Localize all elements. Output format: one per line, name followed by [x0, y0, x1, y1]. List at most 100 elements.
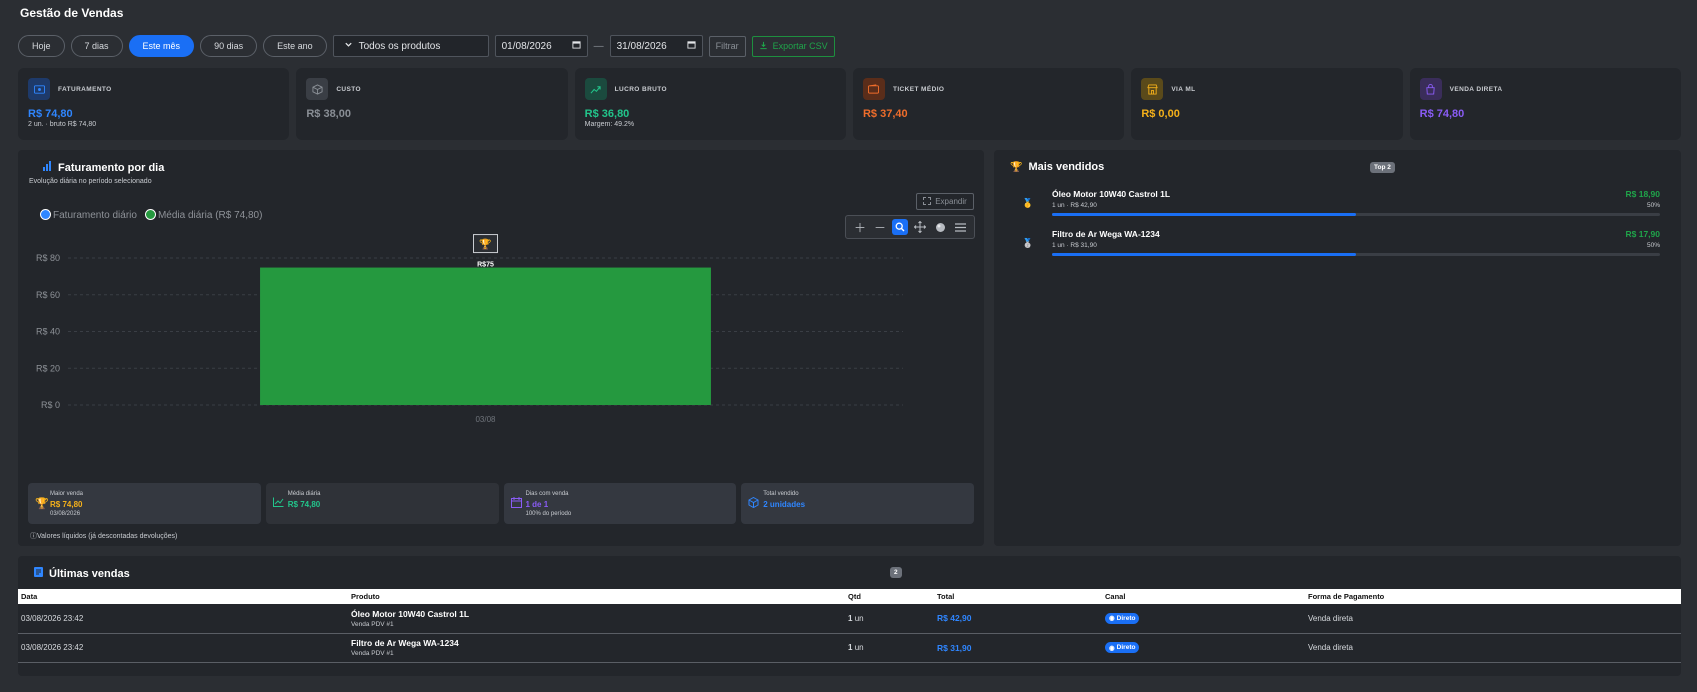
kpi-card-cost: Custo R$ 38,00: [296, 68, 568, 140]
col-header-payment[interactable]: Forma de Pagamento: [1305, 589, 1681, 604]
product-name: Óleo Motor 10W40 Castrol 1L: [1052, 189, 1171, 199]
export-csv-label: Exportar CSV: [772, 41, 828, 51]
filter-pill-this-month[interactable]: Este mês: [128, 35, 195, 57]
cell-qty: 1 un: [845, 633, 934, 663]
chart-bar[interactable]: [260, 267, 711, 405]
trend-icon: [584, 78, 607, 100]
stat-sub: 03/08/2026: [50, 511, 81, 517]
stat-daily-average: Média diária R$ 74,80: [265, 483, 499, 524]
share-bar: [1052, 253, 1660, 256]
footnote-text: Valores líquidos (já descontadas devoluç…: [37, 533, 178, 540]
kpi-label: Via ML: [1171, 86, 1196, 93]
latest-sales-title-text: Últimas vendas: [49, 567, 130, 580]
kpi-label: Venda direta: [1449, 86, 1503, 93]
col-header-total[interactable]: Total: [934, 589, 1102, 604]
kpi-value: R$ 74,80: [28, 108, 73, 120]
page-title: Gestão de Vendas: [20, 6, 124, 20]
cell-payment: Venda direta: [1305, 604, 1681, 634]
chart-stats: 🏆 Maior venda R$ 74,80 03/08/2026 Média …: [28, 483, 974, 524]
channel-label: Direto: [1116, 644, 1136, 651]
date-from-input[interactable]: 01/08/2026: [494, 35, 588, 57]
y-tick-label: R$ 80: [36, 253, 60, 263]
col-header-date[interactable]: Data: [18, 589, 348, 604]
filter-button[interactable]: Filtrar: [708, 35, 746, 57]
cell-channel: ◉ Direto: [1102, 604, 1305, 634]
col-header-channel[interactable]: Canal: [1102, 589, 1305, 604]
calendar-icon[interactable]: [687, 40, 696, 52]
kpi-value: R$ 0,00: [1141, 108, 1180, 120]
chevron-down-icon: [344, 40, 353, 52]
revenue-chart-panel: Faturamento por dia Evolução diária no p…: [18, 150, 984, 546]
product-detail: 1 un · R$ 31,90: [1052, 242, 1097, 249]
revenue-chart: R$ 0 R$ 20 R$ 40 R$ 60 R$ 80 🏆 R$75 03/08: [36, 234, 903, 424]
cell-total: R$ 42,90: [934, 604, 1102, 634]
stat-label: Dias com venda: [525, 491, 569, 497]
stat-days-with-sale: Dias com venda 1 de 1 100% do período: [503, 483, 737, 524]
qty-value: 1: [848, 643, 853, 652]
export-csv-button[interactable]: Exportar CSV: [751, 35, 835, 57]
store-icon: [1141, 78, 1164, 100]
stat-value: 2 unidades: [763, 500, 806, 509]
kpi-card-average-ticket: Ticket médio R$ 37,40: [852, 68, 1125, 140]
stat-label: Maior venda: [50, 491, 84, 497]
list-item[interactable]: 🥈 Filtro de Ar Wega WA-1234 1 un · R$ 31…: [1022, 229, 1660, 261]
filter-pill-today[interactable]: Hoje: [18, 35, 65, 57]
kpi-card-direct-sale: Venda direta R$ 74,80: [1409, 68, 1681, 140]
qty-unit: un: [854, 643, 864, 652]
gold-medal-icon: 🥇: [1022, 198, 1034, 208]
product-sub: Venda PDV #1: [351, 620, 394, 628]
kpi-label: Faturamento: [58, 86, 112, 93]
table-header-row: Data Produto Qtd Total Canal Forma de Pa…: [18, 589, 1681, 604]
channel-badge: ◉ Direto: [1105, 642, 1140, 653]
filter-bar: Hoje 7 dias Este mês 90 dias Este ano To…: [18, 35, 835, 57]
qty-unit: un: [854, 613, 864, 623]
product-name: Filtro de Ar Wega WA-1234: [1052, 229, 1160, 239]
kpi-sub: 2 un. · bruto R$ 74,80: [28, 121, 97, 128]
filter-pill-90-days[interactable]: 90 dias: [200, 35, 258, 57]
stat-value: R$ 74,80: [50, 500, 83, 509]
date-to-input[interactable]: 31/08/2026: [609, 35, 703, 57]
stat-total-sold: Total vendido 2 unidades: [741, 483, 974, 524]
share-bar-fill: [1052, 213, 1356, 216]
col-header-product[interactable]: Produto: [348, 589, 845, 604]
col-header-qty[interactable]: Qtd: [845, 589, 934, 604]
kpi-card-gross-profit: Lucro bruto R$ 36,80 Margem: 49.2%: [574, 68, 846, 140]
bag-icon: [1419, 78, 1442, 100]
cell-total: R$ 31,90: [934, 633, 1102, 663]
trophy-icon: 🏆: [479, 238, 492, 251]
kpi-value: R$ 36,80: [584, 108, 630, 120]
cell-payment: Venda direta: [1305, 633, 1681, 663]
list-item[interactable]: 🥇 Óleo Motor 10W40 Castrol 1L 1 un · R$ …: [1022, 189, 1660, 221]
product-select[interactable]: Todos os produtos: [332, 35, 489, 57]
kpi-row: Faturamento R$ 74,80 2 un. · bruto R$ 74…: [18, 68, 1681, 140]
table-row[interactable]: 03/08/2026 23:42 Filtro de Ar Wega WA-12…: [18, 633, 1681, 663]
date-separator: —: [593, 40, 604, 52]
cell-date: 03/08/2026 23:42: [18, 633, 348, 663]
stat-sub: 100% do período: [525, 511, 572, 517]
product-percent: 50%: [1646, 242, 1660, 249]
x-axis-ticks: 03/08: [475, 415, 496, 424]
channel-badge: ◉ Direto: [1105, 612, 1140, 624]
filter-pill-this-year[interactable]: Este ano: [263, 35, 327, 57]
stat-value: R$ 74,80: [287, 500, 321, 509]
kpi-label: Custo: [336, 86, 361, 93]
calendar-icon[interactable]: [572, 40, 581, 52]
bar-data-label: R$75: [477, 262, 494, 269]
cube-icon: [748, 496, 759, 511]
trophy-icon: 🏆: [35, 498, 49, 510]
y-tick-label: R$ 0: [41, 400, 60, 410]
kpi-label: Ticket médio: [892, 86, 945, 93]
stat-label: Média diária: [287, 491, 321, 497]
cell-product: Filtro de Ar Wega WA-1234 Venda PDV #1: [348, 633, 845, 663]
share-bar: [1052, 213, 1660, 216]
share-bar-fill: [1052, 253, 1356, 256]
info-icon: ⓘ: [30, 533, 37, 540]
trophy-icon: 🏆: [1010, 161, 1023, 173]
table-row[interactable]: 03/08/2026 23:42 Óleo Motor 10W40 Castro…: [18, 604, 1681, 634]
filter-pill-7-days[interactable]: 7 dias: [70, 35, 123, 57]
top-badge: Top 2: [1370, 162, 1395, 173]
y-tick-label: R$ 20: [36, 363, 60, 373]
store-icon: ◉: [1109, 644, 1115, 652]
y-axis-ticks: R$ 0 R$ 20 R$ 40 R$ 60 R$ 80: [36, 253, 60, 410]
x-tick-label: 03/08: [475, 415, 496, 424]
